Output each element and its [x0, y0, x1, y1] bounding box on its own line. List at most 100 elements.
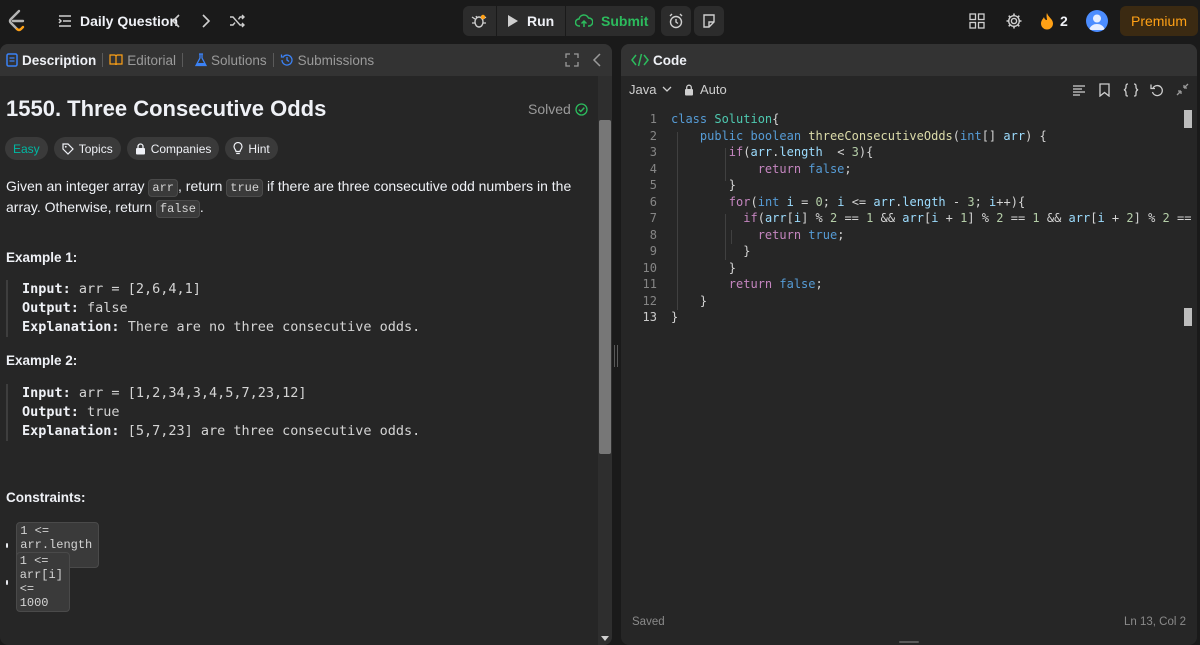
avatar[interactable] — [1086, 10, 1108, 32]
format-icon[interactable] — [1072, 83, 1086, 97]
example-explanation-line: Explanation: [5,7,23] are three consecut… — [22, 423, 421, 439]
fire-icon — [1041, 13, 1053, 30]
reset-undo-icon[interactable] — [1150, 83, 1164, 97]
tab-submissions-label: Submissions — [297, 52, 375, 68]
run-button[interactable]: Run — [507, 6, 563, 36]
topics-label: Topics — [78, 141, 113, 156]
next-problem-button[interactable] — [194, 9, 218, 33]
inline-code: arr — [148, 179, 179, 197]
list-icon — [58, 15, 71, 27]
autocomplete-toggle[interactable]: Auto — [684, 82, 727, 97]
cloud-upload-icon — [575, 14, 593, 27]
lock-icon — [135, 142, 145, 154]
leetcode-logo-icon[interactable] — [4, 8, 30, 34]
language-label: Java — [629, 82, 657, 97]
cursor-position: Ln 13, Col 2 — [1123, 616, 1186, 628]
layout-grid-icon[interactable] — [968, 12, 986, 30]
example-heading: Example 2: — [6, 353, 78, 368]
line-number: 10 — [642, 260, 657, 275]
line-number: 13 — [642, 310, 657, 324]
line-number: 4 — [649, 161, 657, 176]
editor-scrollbar-thumb[interactable] — [1184, 110, 1192, 128]
line-number: 12 — [642, 293, 657, 308]
line-number: 9 — [649, 244, 657, 258]
run-submit-group: Run Submit — [463, 6, 655, 36]
editor-overview-cursor — [1184, 308, 1192, 326]
streak-count: 2 — [1060, 13, 1068, 29]
constraints-heading: Constraints: — [6, 490, 86, 505]
tab-editorial[interactable]: Editorial — [105, 44, 180, 76]
tab-code[interactable]: Code — [627, 44, 691, 76]
hint-chip[interactable]: Hint — [225, 137, 278, 160]
lock-icon — [685, 84, 693, 95]
code-brackets-icon — [631, 53, 649, 67]
hint-label: Hint — [248, 141, 270, 156]
expand-icon[interactable] — [565, 53, 579, 67]
editor-toolbar: Java Auto — [621, 76, 1197, 104]
autocomplete-label: Auto — [700, 82, 727, 97]
minimize-icon[interactable] — [1176, 83, 1190, 97]
bottom-resize-handle[interactable] — [899, 641, 919, 643]
code-line: public boolean threeConsecutiveOdds(int[… — [699, 128, 1047, 143]
code-panel: Code Java Auto 1 2 3 4 5 6 7 8 9 10 11 1… — [621, 44, 1197, 645]
tab-description-label: Description — [22, 52, 97, 68]
difficulty-label: Easy — [13, 141, 40, 156]
example-output-line: Output: true — [22, 404, 120, 420]
line-number: 8 — [649, 227, 657, 242]
line-number: 11 — [642, 277, 657, 291]
left-tab-bar: Description Editorial Solutions Submissi… — [0, 44, 612, 76]
curly-braces-icon[interactable] — [1123, 83, 1139, 97]
debug-button[interactable] — [463, 6, 495, 36]
left-scrollbar-thumb[interactable] — [599, 120, 611, 454]
scroll-down-arrow-icon[interactable] — [600, 630, 610, 641]
solved-status: Solved — [528, 101, 588, 117]
alarm-clock-icon — [669, 13, 683, 29]
shuffle-icon[interactable] — [225, 9, 249, 33]
code-editor[interactable]: 1 2 3 4 5 6 7 8 9 10 11 12 13 class Solu… — [621, 110, 1197, 590]
play-icon — [508, 15, 518, 27]
panel-resize-handle[interactable] — [614, 345, 618, 367]
submit-label: Submit — [601, 13, 649, 29]
tab-editorial-label: Editorial — [127, 52, 177, 68]
example-block: Input: arr = [2,6,4,1] Output: false Exp… — [6, 280, 592, 337]
companies-chip[interactable]: Companies — [126, 137, 220, 160]
editor-status-bar: Saved Ln 13, Col 2 — [621, 614, 1197, 636]
settings-gear-icon[interactable] — [1004, 11, 1024, 31]
run-label: Run — [527, 13, 555, 29]
example-block: Input: arr = [1,2,34,3,4,5,7,23,12] Outp… — [6, 384, 592, 441]
submit-button[interactable]: Submit — [575, 6, 655, 36]
language-select[interactable]: Java — [629, 82, 672, 97]
tab-solutions[interactable]: Solutions — [191, 44, 271, 76]
collapse-panel-icon[interactable] — [592, 53, 604, 67]
tab-description[interactable]: Description — [2, 44, 100, 76]
tab-submissions[interactable]: Submissions — [276, 44, 379, 76]
streak-counter[interactable]: 2 — [1040, 10, 1068, 32]
topics-chip[interactable]: Topics — [53, 137, 121, 160]
inline-code: true — [226, 179, 264, 197]
code-line: return false; — [757, 161, 852, 176]
code-line: return false; — [728, 277, 823, 291]
constraint-code: 1 <= arr[i] <= 1000 — [15, 552, 71, 612]
desc-text: Given an integer array — [6, 178, 149, 194]
example-input-line: Input: arr = [1,2,34,3,4,5,7,23,12] — [22, 385, 307, 401]
problem-description: Given an integer array arr, return true … — [6, 177, 586, 219]
daily-question-link[interactable]: Daily Question — [58, 10, 178, 32]
timer-button[interactable] — [661, 6, 691, 36]
bookmark-icon[interactable] — [1099, 83, 1111, 98]
solved-label: Solved — [528, 101, 571, 117]
example-output-line: Output: false — [22, 300, 128, 316]
example-explanation-line: Explanation: There are no three consecut… — [22, 319, 421, 335]
premium-button[interactable]: Premium — [1120, 6, 1198, 36]
notes-button[interactable] — [694, 6, 724, 36]
code-line: } — [671, 260, 737, 275]
desc-text: . — [199, 199, 204, 215]
problem-title: 1550. Three Consecutive Odds — [6, 96, 327, 121]
code-title: Code — [653, 52, 687, 68]
code-header: Code — [621, 44, 1197, 76]
code-line: } — [671, 178, 737, 192]
code-line: class Solution{ — [671, 112, 780, 126]
difficulty-badge[interactable]: Easy — [5, 137, 48, 160]
line-number: 1 — [649, 112, 657, 126]
prev-problem-button[interactable] — [164, 9, 188, 33]
code-line: if(arr.length < 3){ — [728, 145, 874, 159]
